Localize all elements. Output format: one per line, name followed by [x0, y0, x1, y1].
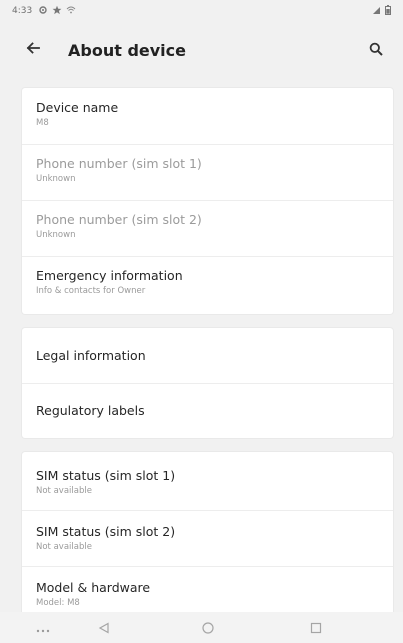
list-item-subtitle: M8 — [36, 118, 49, 128]
list-item-title: Emergency information — [36, 268, 183, 283]
search-icon — [369, 41, 383, 60]
status-right — [373, 4, 391, 18]
star-icon — [52, 5, 62, 18]
list-item-title: Device name — [36, 100, 119, 115]
list-item-title: SIM status (sim slot 1) — [36, 468, 176, 483]
divider — [22, 566, 393, 567]
list-item-regulatory-labels[interactable]: Regulatory labels — [22, 403, 393, 419]
list-item-device-name[interactable]: Device name M8 — [22, 100, 393, 129]
list-item-phone-number-slot-1[interactable]: Phone number (sim slot 1) Unknown — [22, 156, 393, 185]
device-info-card: Device name M8 Phone number (sim slot 1)… — [22, 88, 393, 314]
list-item-emergency-information[interactable]: Emergency information Info & contacts fo… — [22, 268, 393, 297]
arrow-left-icon — [25, 40, 41, 60]
list-item-subtitle: Info & contacts for Owner — [36, 286, 146, 296]
list-item-phone-number-slot-2[interactable]: Phone number (sim slot 2) Unknown — [22, 212, 393, 241]
recents-square-icon — [310, 619, 322, 638]
list-item-title: Legal information — [36, 348, 146, 363]
signal-icon — [373, 5, 381, 18]
app-bar: About device — [0, 24, 403, 76]
divider — [22, 144, 393, 145]
list-item-sim-status-slot-1[interactable]: SIM status (sim slot 1) Not available — [22, 468, 393, 497]
dots-horizontal-icon — [35, 619, 51, 638]
navigation-bar — [0, 612, 403, 643]
wifi-icon — [66, 5, 76, 18]
list-item-model-hardware[interactable]: Model & hardware Model: M8 — [22, 580, 393, 609]
list-item-subtitle: Not available — [36, 486, 92, 496]
status-time: 4:33 — [12, 6, 33, 16]
list-item-sim-status-slot-2[interactable]: SIM status (sim slot 2) Not available — [22, 524, 393, 553]
list-item-subtitle: Unknown — [36, 174, 76, 184]
list-item-subtitle: Unknown — [36, 230, 76, 240]
list-item-title: Regulatory labels — [36, 403, 145, 418]
status-left: 4:33 — [12, 5, 76, 18]
list-item-title: Phone number (sim slot 1) — [36, 156, 202, 171]
list-item-subtitle: Model: M8 — [36, 598, 80, 608]
settings-icon — [38, 5, 48, 18]
list-item-title: Model & hardware — [36, 580, 151, 595]
page-title: About device — [68, 40, 186, 60]
nav-back-button[interactable] — [94, 618, 114, 638]
divider — [22, 256, 393, 257]
battery-icon — [385, 4, 391, 18]
status-card: SIM status (sim slot 1) Not available SI… — [22, 452, 393, 627]
nav-recents-button[interactable] — [306, 618, 326, 638]
list-item-subtitle: Not available — [36, 542, 92, 552]
status-bar: 4:33 — [0, 0, 403, 22]
list-item-title: Phone number (sim slot 2) — [36, 212, 202, 227]
list-item-title: SIM status (sim slot 2) — [36, 524, 176, 539]
divider — [22, 200, 393, 201]
status-icons-left — [38, 5, 76, 18]
divider — [22, 383, 393, 384]
list-item-legal-information[interactable]: Legal information — [22, 348, 393, 364]
divider — [22, 510, 393, 511]
nav-home-button[interactable] — [198, 618, 218, 638]
menu-dots-button[interactable] — [28, 620, 58, 636]
back-button[interactable] — [20, 37, 46, 63]
legal-card: Legal information Regulatory labels — [22, 328, 393, 438]
back-triangle-icon — [98, 619, 110, 638]
home-circle-icon — [202, 619, 214, 638]
search-button[interactable] — [363, 37, 389, 63]
